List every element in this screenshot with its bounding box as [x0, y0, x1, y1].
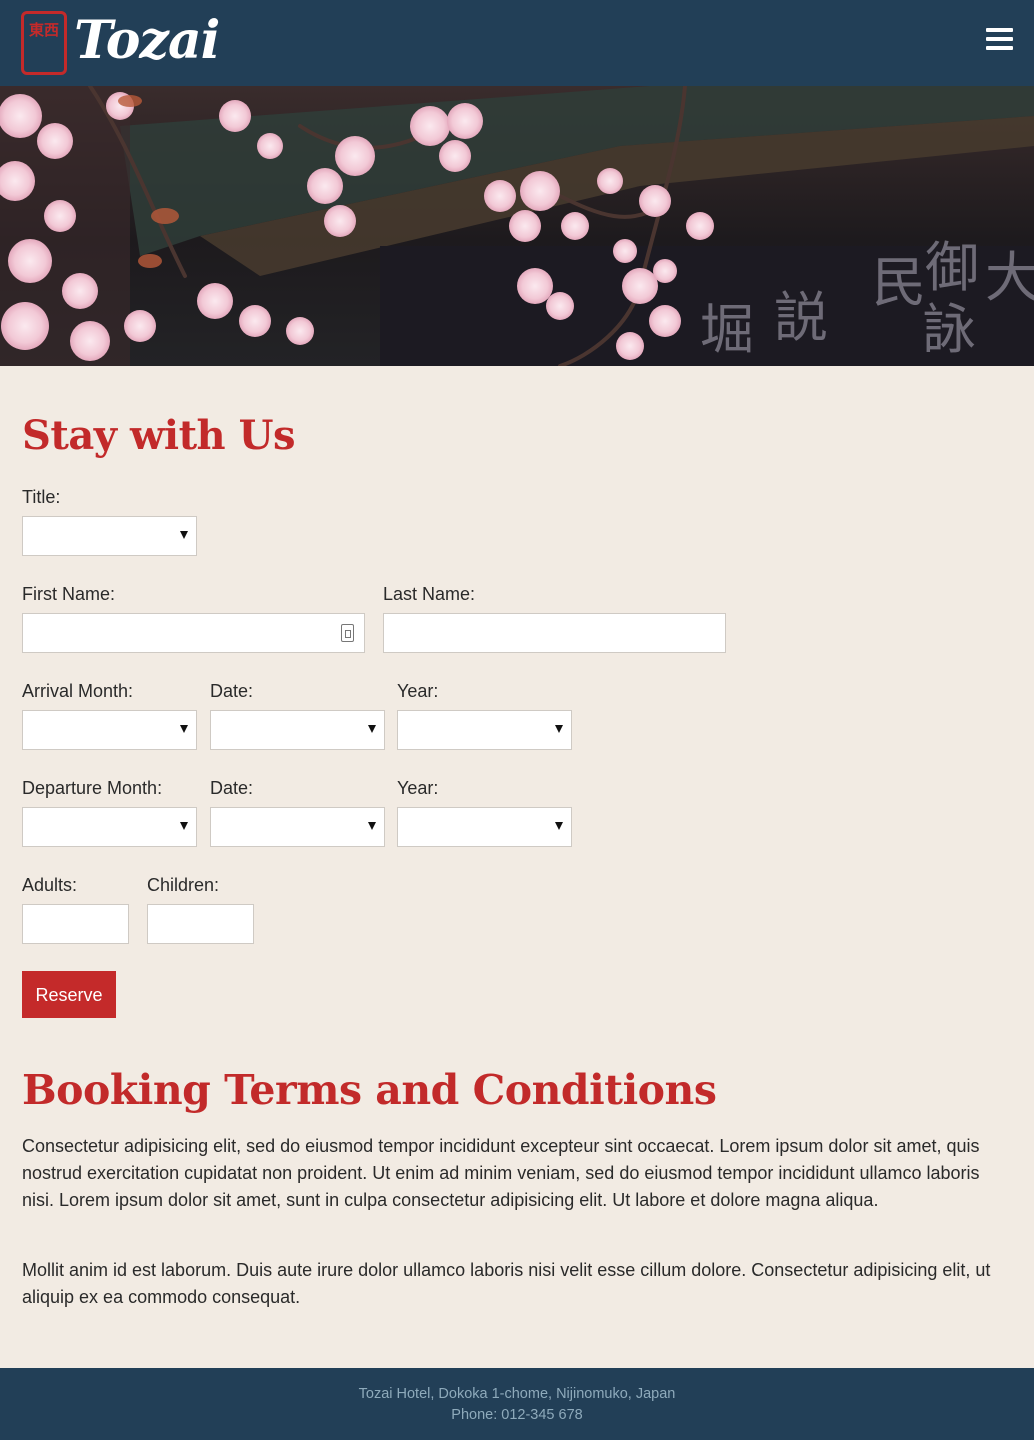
first-name-label: First Name: — [22, 584, 116, 604]
title-select[interactable] — [22, 516, 197, 556]
logo-seal-icon[interactable]: 東西 — [21, 11, 67, 75]
svg-text:大: 大 — [985, 246, 1034, 309]
departure-date-select[interactable] — [210, 807, 385, 847]
reserve-button[interactable]: Reserve — [22, 971, 116, 1018]
arrival-date-label: Date: — [210, 681, 254, 701]
departure-month-label: Departure Month: — [22, 778, 163, 798]
departure-year-label: Year: — [397, 778, 439, 798]
chevron-down-icon — [368, 725, 376, 733]
hamburger-menu-icon[interactable] — [984, 28, 1016, 58]
terms-heading: Booking Terms and Conditions — [22, 1066, 717, 1114]
adults-label: Adults: — [22, 875, 78, 895]
terms-paragraph: Mollit anim id est laborum. Duis aute ir… — [22, 1260, 991, 1307]
children-input[interactable] — [147, 904, 254, 944]
svg-text:詠: 詠 — [922, 298, 976, 361]
children-label: Children: — [147, 875, 220, 895]
site-logo[interactable]: Tozai — [74, 8, 220, 74]
arrival-month-label: Arrival Month: — [22, 681, 134, 701]
footer-address: Tozai Hotel, Dokoka 1-chome, Nijinomuko,… — [358, 1386, 676, 1402]
arrival-date-select[interactable] — [210, 710, 385, 750]
adults-input[interactable] — [22, 904, 129, 944]
chevron-down-icon — [180, 822, 188, 830]
chevron-down-icon — [180, 725, 188, 733]
terms-paragraph: Consectetur adipisicing elit, sed do eiu… — [22, 1136, 980, 1210]
site-header: 東西 Tozai — [0, 0, 1034, 86]
contact-card-icon[interactable] — [341, 624, 354, 642]
arrival-month-select[interactable] — [22, 710, 197, 750]
departure-month-select[interactable] — [22, 807, 197, 847]
arrival-year-label: Year: — [397, 681, 439, 701]
svg-text:民: 民 — [872, 251, 926, 314]
svg-text:御: 御 — [925, 236, 979, 299]
departure-year-select[interactable] — [397, 807, 572, 847]
title-label: Title: — [22, 487, 61, 507]
chevron-down-icon — [555, 822, 563, 830]
last-name-label: Last Name: — [383, 584, 476, 604]
site-footer: Tozai Hotel, Dokoka 1-chome, Nijinomuko,… — [0, 1368, 1034, 1440]
first-name-input[interactable] — [22, 613, 365, 653]
page-title: Stay with Us — [22, 412, 295, 459]
chevron-down-icon — [555, 725, 563, 733]
svg-text:堀: 堀 — [700, 298, 754, 361]
departure-date-label: Date: — [210, 778, 254, 798]
svg-text:説: 説 — [774, 286, 828, 349]
arrival-year-select[interactable] — [397, 710, 572, 750]
hero-image: 民 御 説 詠 堀 大 — [0, 86, 1034, 366]
last-name-input[interactable] — [383, 613, 726, 653]
chevron-down-icon — [180, 531, 188, 539]
chevron-down-icon — [368, 822, 376, 830]
footer-phone: Phone: 012-345 678 — [451, 1407, 583, 1423]
